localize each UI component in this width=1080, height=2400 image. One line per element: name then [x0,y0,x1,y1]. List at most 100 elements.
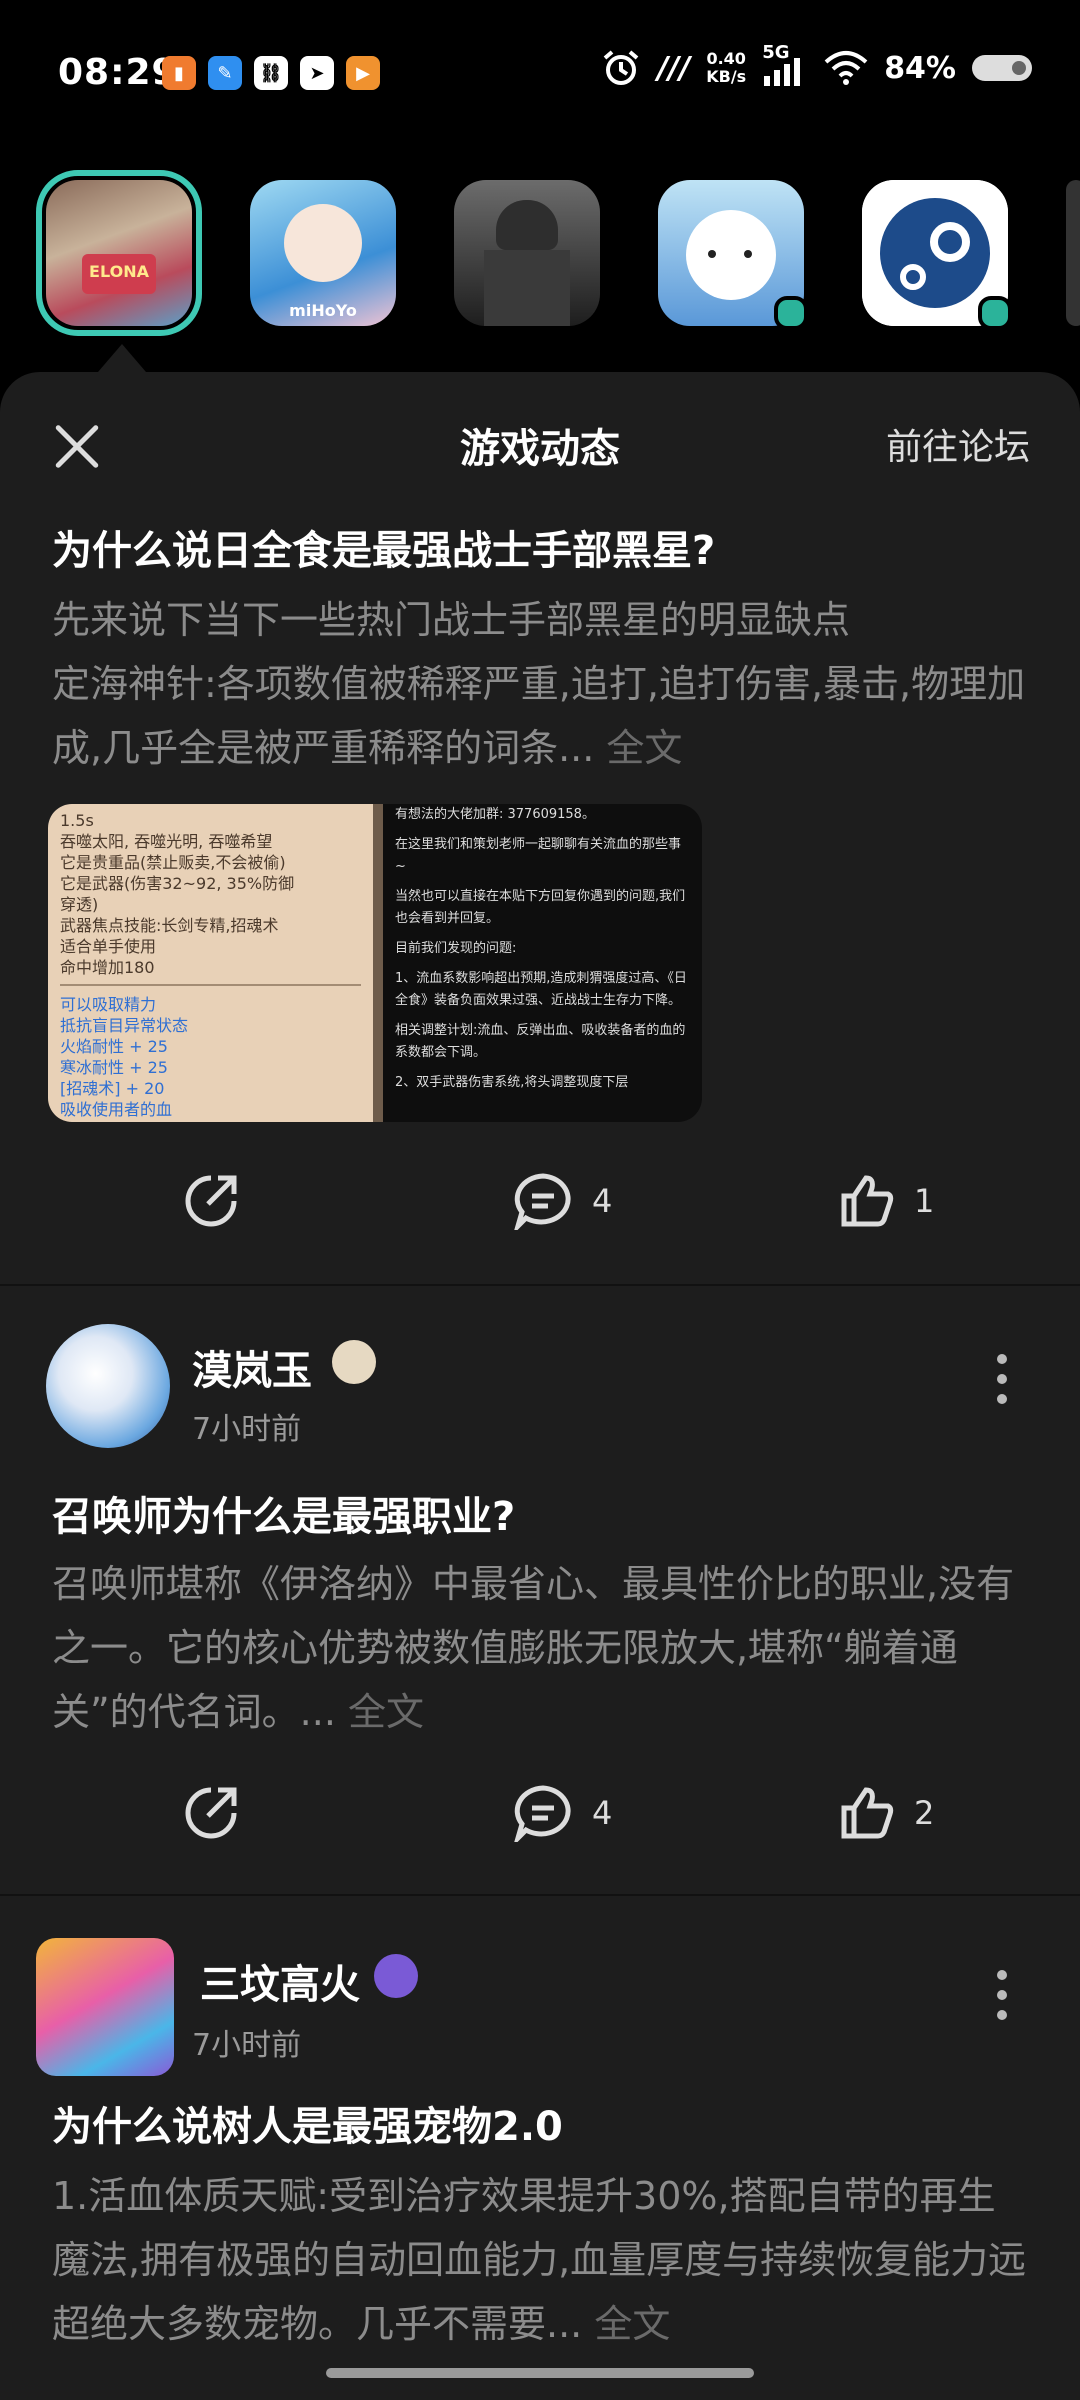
post-images[interactable]: 1.5s 吞噬太阳, 吞噬光明, 吞噬希望 它是贵重品(禁止贩卖,不会被偷) 它是武器… [48,804,702,1122]
post-body-text: 先来说下当下一些热门战士手部黑星的明显缺点 定海神针:各项数值被稀释严重,追打,… [52,598,1026,770]
selected-pointer [98,344,146,372]
avatar[interactable] [46,1324,170,1448]
like-button[interactable]: 1 [838,1172,934,1230]
post-image-notice[interactable]: 有想法的大佬加群: 377609158。在这里我们和策划老师一起聊聊有关流血的那… [383,804,702,1122]
image-text-line: 火焰耐性 + 25 [60,1037,168,1056]
forum-link[interactable]: 前往论坛 [886,418,1030,470]
share-button[interactable] [182,1172,240,1230]
comment-icon [514,1785,571,1842]
share-button[interactable] [182,1784,240,1842]
app-row: ELONA miHoYo [0,170,1080,336]
image-text-line: 抵抗盲目异常状态 [60,1016,189,1035]
post-body-text: 召唤师堪称《伊洛纳》中最省心、最具性价比的职业,没有之一。它的核心优势被数值膨胀… [52,1562,1015,1734]
like-count: 2 [914,1794,935,1832]
image-text-line: 目前我们发现的问题: [395,941,517,956]
app-mihoyo[interactable]: miHoYo [250,180,396,326]
net-speed-unit: KB/s [706,67,747,86]
notification-link-icon: ⛓ [254,56,288,90]
signal-icon: 5G [762,42,808,88]
image-text-line: 武器焦点技能:长剑专精,招魂术 [60,916,279,935]
image-text-line: 当然也可以直接在本贴下方回复你遇到的问题,我们也会看到并回复。 [395,889,686,926]
comment-button[interactable]: 4 [512,1172,612,1230]
divider [0,1894,1080,1896]
post-title[interactable]: 召唤师为什么是最强职业? [52,1484,515,1542]
notification-feather-icon: ✎ [208,56,242,90]
post-body[interactable]: 1.活血体质天赋:受到治疗效果提升30%,搭配自带的再生魔法,拥有极强的自动回血… [52,2164,1032,2360]
image-text-line: 1.5s [60,811,94,830]
thumbs-up-icon [841,1175,894,1227]
author-name[interactable]: 漠岚玉 [192,1338,312,1396]
divider [0,1284,1080,1286]
image-text-line: 吸收使用者的血 [60,1100,173,1119]
app-mihoyo-label: miHoYo [289,301,357,320]
like-count: 1 [914,1182,935,1220]
steam-logo-icon [880,198,990,308]
post-body-text: 1.活血体质天赋:受到治疗效果提升30%,搭配自带的再生魔法,拥有极强的自动回血… [52,2174,1027,2346]
app-elona[interactable]: ELONA [36,170,202,336]
image-divider-line [60,984,361,986]
alarm-icon [601,48,641,88]
post-image-item-stats[interactable]: 1.5s 吞噬太阳, 吞噬光明, 吞噬希望 它是贵重品(禁止贩卖,不会被偷) 它是武器… [48,804,373,1122]
image-text-line: 命中增加180 [60,958,155,977]
more-options-icon[interactable] [996,1970,1008,2020]
post-body[interactable]: 先来说下当下一些热门战士手部黑星的明显缺点 定海神针:各项数值被稀释严重,追打,… [52,588,1032,780]
image-text-line: 寒冰耐性 + 25 [60,1058,168,1077]
nfc-icon: /// [657,50,691,86]
avatar[interactable] [36,1938,174,2076]
notification-video-icon: ▶ [346,56,380,90]
home-indicator[interactable] [326,2368,754,2378]
status-time: 08:29 [58,52,178,93]
user-badge-icon [374,1954,418,1998]
online-dot [774,296,808,330]
comment-count: 4 [592,1182,613,1220]
post-time: 7小时前 [192,2028,302,2063]
net-speed: 0.40 KB/s [706,50,746,86]
post-title[interactable]: 为什么说树人是最强宠物2.0 [52,2094,563,2152]
full-text-link[interactable]: 全文 [594,2302,670,2346]
notification-app-icon: ▮ [162,56,196,90]
image-text-line: 它是武器(伤害32~92, 35%防御 [60,874,295,893]
full-text-link[interactable]: 全文 [348,1690,424,1734]
sheet-header: 游戏动态 前往论坛 [0,372,1080,512]
battery-icon [972,55,1032,81]
app-partial[interactable] [1066,180,1080,326]
more-options-icon[interactable] [996,1354,1008,1404]
like-button[interactable]: 2 [838,1784,934,1842]
image-text-line: 在这里我们和策划老师一起聊聊有关流血的那些事~ [395,837,682,874]
post-actions: 4 2 [0,1784,1080,1854]
post-time: 7小时前 [192,1412,302,1447]
comment-button[interactable]: 4 [512,1784,612,1842]
network-type: 5G [762,42,790,63]
app-steam[interactable] [862,180,1012,330]
image-text-line: 吞噬太阳, 吞噬光明, 吞噬希望 [60,832,273,851]
comment-icon [514,1173,571,1230]
net-speed-value: 0.40 [706,49,746,68]
image-text-line: 它是贵重品(禁止贩卖,不会被偷) [60,853,286,872]
image-text-line: 1、流血系数影响超出预期,造成刺猬强度过高、《日全食》装备负面效果过强、近战战士… [395,971,687,1008]
image-divider [373,804,383,1122]
comment-count: 4 [592,1794,613,1832]
share-icon [185,1787,237,1839]
image-text-line: 可以吸取精力 [60,995,157,1014]
notification-telegram-icon: ➤ [300,56,334,90]
author-name[interactable]: 三坟高火 [200,1952,360,2010]
image-text-line: [招魂术] + 20 [60,1079,165,1098]
image-text-line: 相关调整计划:流血、反弹出血、吸收装备者的血的系数都会下调。 [395,1023,686,1060]
app-polar-bear[interactable] [658,180,808,330]
image-text-line: 适合单手使用 [60,937,157,956]
image-text-line: 有想法的大佬加群: 377609158。 [395,807,595,822]
app-shooter-game[interactable] [454,180,600,326]
app-elona-label: ELONA [89,262,149,281]
post-body[interactable]: 召唤师堪称《伊洛纳》中最省心、最具性价比的职业,没有之一。它的核心优势被数值膨胀… [52,1552,1032,1744]
status-bar: 08:29 ▮ ✎ ⛓ ➤ ▶ /// 0.40 KB/s 5G 84% [0,0,1080,140]
full-text-link[interactable]: 全文 [606,726,682,770]
wifi-icon [824,48,868,88]
thumbs-up-icon [841,1787,894,1839]
post-title[interactable]: 为什么说日全食是最强战士手部黑星? [52,518,715,576]
battery-percent: 84% [884,50,956,86]
post-actions: 4 1 [0,1172,1080,1242]
user-badge-icon [332,1340,376,1384]
share-icon [185,1175,237,1227]
image-text-line: 2、双手武器伤害系统,将头调整现度下层 [395,1075,629,1090]
game-feed-sheet: 游戏动态 前往论坛 为什么说日全食是最强战士手部黑星? 先来说下当下一些热门战士… [0,372,1080,2400]
